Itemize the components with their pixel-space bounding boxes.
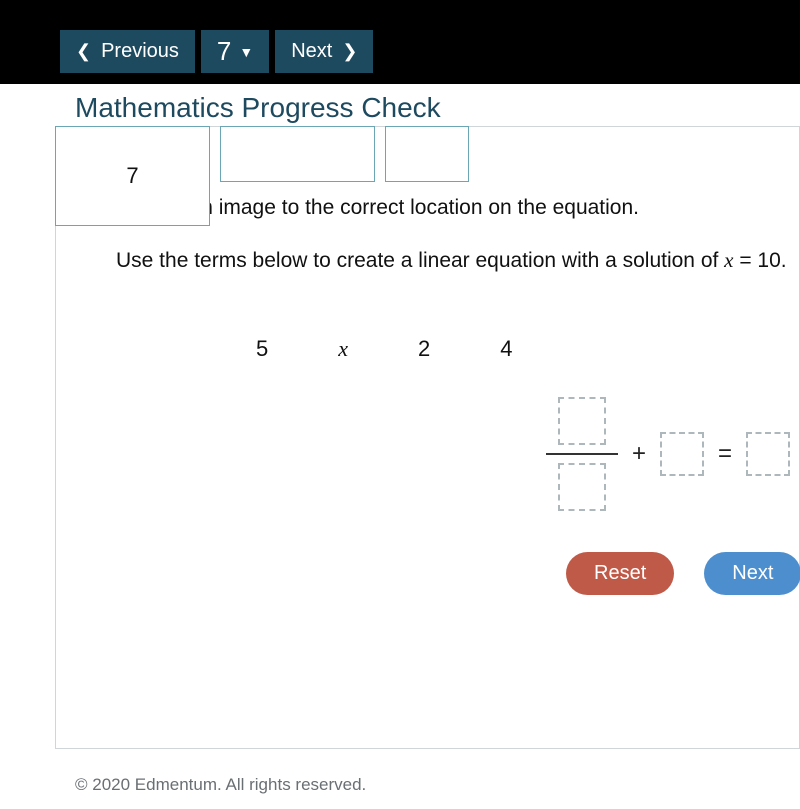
chevron-down-icon: ▼ [239,44,253,60]
page-title: Mathematics Progress Check [75,92,441,124]
overlay-boxes-row: 7 [55,126,479,226]
drop-result[interactable] [746,432,790,476]
arrow-right-icon: ❯ [342,41,357,62]
previous-label: Previous [101,40,179,63]
reset-button[interactable]: Reset [566,552,674,595]
equals-sign: = [718,440,732,468]
overlay-box-3[interactable] [385,126,469,182]
equation-area: + = [546,397,790,511]
drop-numerator[interactable] [558,397,606,445]
term-4[interactable]: 4 [500,336,512,362]
drop-addend[interactable] [660,432,704,476]
question-card: 7 Drag each image to the correct locatio… [55,126,800,749]
next-button[interactable]: Next [704,552,800,595]
draggable-terms-row: 5 x 2 4 [256,336,789,362]
fraction [546,397,618,511]
plus-sign: + [632,440,646,468]
copyright-footer: © 2020 Edmentum. All rights reserved. [75,775,366,795]
next-nav-label: Next [291,40,332,63]
overlay-box-1-value: 7 [126,163,138,189]
overlay-box-2[interactable] [220,126,375,182]
drop-denominator[interactable] [558,463,606,511]
instruction-2-post: = 10. [734,249,787,272]
current-question-number: 7 [217,36,231,67]
term-2[interactable]: 2 [418,336,430,362]
overlay-box-1[interactable]: 7 [55,126,210,226]
fraction-bar [546,453,618,455]
next-nav-button[interactable]: Next ❯ [275,30,373,73]
instruction-2-pre: Use the terms below to create a linear e… [116,249,724,272]
top-nav-bar: ❮ Previous 7 ▼ Next ❯ [0,0,800,84]
question-number-dropdown[interactable]: 7 ▼ [201,30,269,73]
instruction-line-2: Use the terms below to create a linear e… [116,246,789,275]
instruction-2-var: x [724,248,733,272]
action-buttons: Reset Next [566,552,800,595]
term-x[interactable]: x [338,336,348,362]
arrow-left-icon: ❮ [76,41,91,62]
previous-button[interactable]: ❮ Previous [60,30,195,73]
term-5[interactable]: 5 [256,336,268,362]
